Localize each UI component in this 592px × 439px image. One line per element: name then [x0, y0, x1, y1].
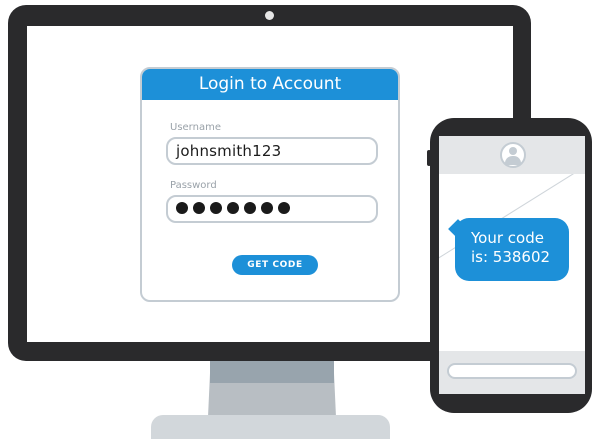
- phone-screen: Your code is: 538602: [439, 136, 585, 394]
- login-title: Login to Account: [142, 69, 398, 100]
- password-dot: [278, 202, 290, 214]
- username-label: Username: [170, 122, 221, 133]
- username-field[interactable]: johnsmith123: [166, 137, 378, 165]
- password-label: Password: [170, 180, 217, 191]
- phone-compose-bar: [439, 351, 585, 394]
- get-code-button[interactable]: GET CODE: [232, 255, 318, 275]
- camera-dot-icon: [265, 11, 274, 20]
- message-input[interactable]: [447, 363, 577, 379]
- sms-message-bubble: Your code is: 538602: [455, 218, 569, 281]
- monitor-stand-shadow: [210, 361, 334, 383]
- username-value: johnsmith123: [176, 142, 282, 160]
- password-mask: [176, 202, 290, 214]
- password-field[interactable]: [166, 195, 378, 223]
- avatar-head: [509, 147, 517, 155]
- password-dot: [193, 202, 205, 214]
- password-dot: [210, 202, 222, 214]
- password-dot: [227, 202, 239, 214]
- monitor-stand-base: [151, 415, 390, 439]
- password-dot: [176, 202, 188, 214]
- phone-header-bar: [439, 136, 585, 174]
- password-dot: [261, 202, 273, 214]
- avatar-body: [505, 156, 521, 165]
- login-card: Login to Account Username johnsmith123 P…: [140, 67, 400, 302]
- contact-avatar-icon: [500, 142, 526, 168]
- password-dot: [244, 202, 256, 214]
